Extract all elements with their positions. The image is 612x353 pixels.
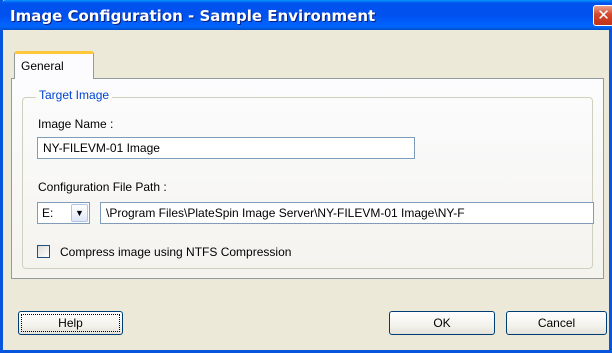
config-path-label: Configuration File Path : (38, 180, 167, 194)
ok-button-label: OK (433, 316, 451, 330)
config-path-input[interactable]: \Program Files\PlateSpin Image Server\NY… (100, 202, 594, 224)
cancel-button[interactable]: Cancel (506, 311, 607, 335)
help-button[interactable]: Help (18, 311, 123, 335)
tab-general-label: General (21, 59, 64, 73)
chevron-down-icon[interactable]: ▼ (71, 204, 88, 222)
close-button[interactable]: ✕ (593, 5, 612, 26)
cancel-button-label: Cancel (537, 316, 576, 330)
compress-checkbox-label[interactable]: Compress image using NTFS Compression (60, 245, 291, 259)
image-name-label: Image Name : (38, 117, 114, 131)
compress-checkbox[interactable] (37, 245, 50, 258)
close-icon: ✕ (597, 6, 610, 24)
tab-general[interactable]: General (14, 51, 94, 79)
focus-rectangle (21, 314, 120, 332)
drive-select[interactable]: E: ▼ (37, 202, 90, 224)
target-image-group-label: Target Image (36, 88, 113, 102)
image-name-input[interactable]: NY-FILEVM-01 Image (37, 137, 415, 159)
title-bar[interactable]: Image Configuration - Sample Environment (0, 0, 612, 30)
drive-select-value: E: (42, 206, 54, 220)
ok-button[interactable]: OK (389, 311, 495, 335)
window-title: Image Configuration - Sample Environment (10, 7, 376, 25)
